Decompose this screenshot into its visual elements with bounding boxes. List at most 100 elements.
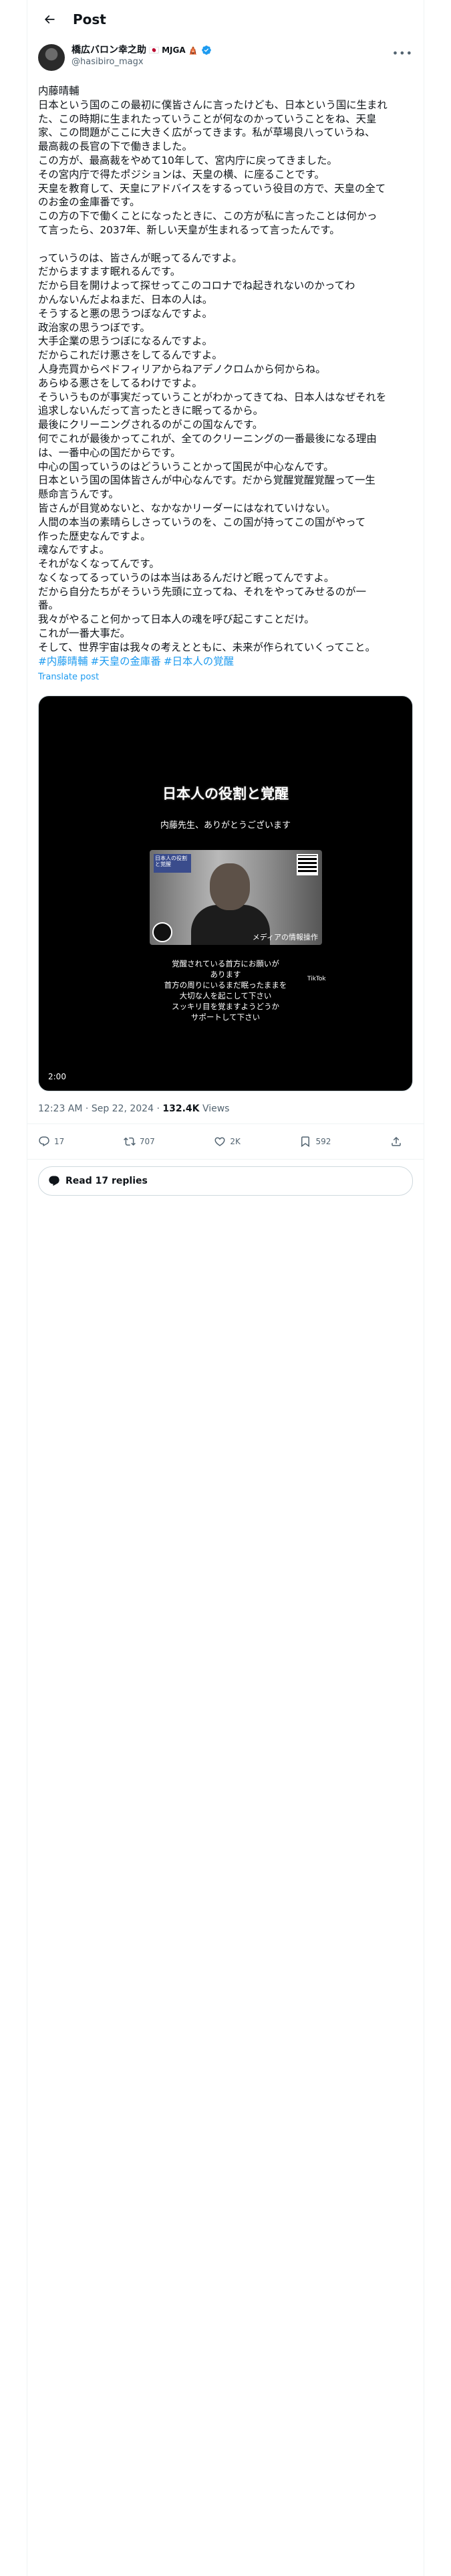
video-title: 日本人の役割と覚醒 — [162, 786, 289, 802]
reply-button[interactable]: 17 — [38, 1136, 64, 1148]
share-icon — [392, 1137, 401, 1147]
post-text-line: っていうのは、皆さんが眠ってるんですよ。 — [38, 251, 243, 264]
video-caption-line: 大切な人を起こして下さい — [179, 991, 272, 1001]
post-text-line: 家、この問題がここに大きく広がってきます。私が草場良八っていうね、 — [38, 126, 375, 139]
share-button[interactable] — [390, 1136, 406, 1148]
post-text-line: なくなってるっていうのは本当はあるんだけど眠ってんですよ。 — [38, 571, 335, 584]
video-caption: 覚醒されている首方にお願いが あります 首方の周りにいるまだ眠ったままを 大切な… — [39, 958, 412, 1023]
video-caption-line: あります — [210, 970, 241, 980]
post-date[interactable]: Sep 22, 2024 — [92, 1103, 154, 1114]
post-text-line: た、この時期に生まれたっていうことが何なのかっていうことをね、天皇 — [38, 112, 377, 125]
repost-count: 707 — [139, 1137, 155, 1147]
post-column: Post 橋広バロン幸之助 🇯🇵 MJGA 🛕 @hasibiro_magx •… — [27, 0, 424, 2576]
post-time[interactable]: 12:23 AM — [38, 1103, 82, 1114]
back-button[interactable] — [38, 8, 61, 31]
video-subtitle: 内藤先生、ありがとうございます — [160, 821, 291, 831]
video-duration: 2:00 — [48, 1072, 66, 1082]
meta-separator: · — [85, 1103, 92, 1115]
author-row: 橋広バロン幸之助 🇯🇵 MJGA 🛕 @hasibiro_magx ••• — [27, 39, 424, 76]
bookmark-icon — [301, 1136, 310, 1148]
read-replies-button[interactable]: Read 17 replies — [38, 1166, 413, 1196]
chat-bubble-icon — [49, 1176, 59, 1186]
post-text: 内藤晴輔 日本という国のこの最初に僕皆さんに言ったけども、日本という国に生まれ た、… — [38, 84, 413, 655]
video-caption-line: サポートして下さい — [190, 1012, 261, 1023]
bookmark-button[interactable]: 592 — [299, 1136, 331, 1148]
post-text-line: だからますます眠れるんです。 — [38, 265, 181, 278]
post-text-line: 懸命言うんです。 — [38, 488, 119, 501]
post-text-line: 最高裁の長官の下で働きました。 — [38, 140, 192, 153]
post-text-line: 魂なんですよ。 — [38, 544, 110, 556]
post-text-line: 追求しないんだって言ったときに眠ってるから。 — [38, 405, 264, 417]
reply-count: 17 — [54, 1137, 65, 1147]
post-text-line: 我々がやること何かって日本人の魂を呼び起こすことだけ。 — [38, 613, 315, 626]
post-text-line: だから自分たちがそういう先頭に立ってね、それをやってみせるのが一 — [38, 585, 366, 598]
video-caption-line: 首方の周りにいるまだ眠ったままを — [164, 980, 287, 990]
post-text-line: て言ったら、2037年、新しい天皇が生まれるって言ったんです。 — [38, 223, 340, 236]
hashtag-link[interactable]: #天皇の金庫番 — [90, 655, 160, 667]
post-text-line: 日本という国のこの最初に僕皆さんに言ったけども、日本という国に生まれ — [38, 98, 388, 111]
views-count: 132.4K — [162, 1103, 200, 1115]
post-text-line — [38, 237, 413, 251]
action-bar: 17 707 2K 592 — [27, 1124, 424, 1160]
post-text-line: これが一番大事だ。 — [38, 627, 131, 640]
hashtag-link[interactable]: #内藤晴輔 — [38, 655, 88, 667]
post-text-line: そして、世界宇宙は我々の考えとともに、未来が作られていくってこと。 — [38, 641, 375, 653]
top-bar: Post — [27, 0, 424, 39]
post-text-line: 政治家の思うつぼです。 — [38, 321, 150, 334]
post-text-line: 皆さんが目覚めないと、なかなかリーダーにはなれていけない。 — [38, 502, 336, 514]
speaker-head — [210, 863, 250, 911]
post-text-line: 中心の国っていうのはどういうことかって国民が中心なんです。 — [38, 460, 334, 473]
frame-tag: 日本人の役割と覚醒 — [154, 854, 191, 873]
post-text-line: かんないんだよねまだ、日本の人は。 — [38, 293, 213, 306]
post-text-line: この方が、最高裁をやめて10年して、宮内庁に戻ってきました。 — [38, 154, 337, 167]
post-text-line: だからこれだけ悪さをしてるんですよ。 — [38, 349, 222, 362]
post-text-line: そういうものが事実だっていうことがわかってきてね、日本人はなぜそれを — [38, 391, 387, 403]
post-text-line: この方の下で働くことになったときに、この方が私に言ったことは何かっ — [38, 210, 378, 223]
hashtag-link[interactable]: #日本人の覚醒 — [164, 655, 234, 667]
bookmark-count: 592 — [315, 1137, 331, 1147]
post-text-line: 人身売買からペドフィリアからねアデノクロムから何からね。 — [38, 362, 326, 375]
verified-badge-icon — [201, 45, 212, 56]
more-options-button[interactable]: ••• — [392, 47, 413, 60]
frame-caption: メディアの情報操作 — [252, 933, 318, 942]
post-text-line: 最後にクリーニングされるのがこの国なんです。 — [38, 419, 263, 431]
post-text-line: 内藤晴輔 — [38, 85, 80, 97]
tiktok-watermark: TikTok — [307, 976, 326, 983]
author-name-line: 橋広バロン幸之助 🇯🇵 MJGA 🛕 — [71, 44, 212, 56]
post-text-line: 作った歴史なんですよ。 — [38, 530, 151, 542]
like-button[interactable]: 2K — [214, 1136, 241, 1148]
repost-button[interactable]: 707 — [123, 1136, 155, 1148]
avatar[interactable] — [38, 44, 65, 71]
heart-icon — [214, 1137, 225, 1147]
qr-code-icon — [297, 854, 318, 876]
post-text-line: 大手企業の思うつぼになるんですよ。 — [38, 335, 212, 348]
post-text-line: 天皇を教育して、天皇にアドバイスをするっていう役目の方で、天皇の全て — [38, 182, 386, 195]
video-caption-line: スッキリ目を覚ますようどうか — [172, 1002, 279, 1012]
page-title: Post — [73, 11, 106, 27]
author-handle[interactable]: @hasibiro_magx — [71, 56, 212, 68]
author-name-badge: 🇯🇵 MJGA 🛕 — [149, 45, 198, 55]
like-count: 2K — [230, 1137, 241, 1147]
post-text-line: のお金の金庫番です。 — [38, 196, 140, 209]
post-text-line: 日本という国の国体皆さんが中心なんです。だから覚醒覚醒覚醒って一生 — [38, 474, 375, 487]
post-text-line: だから目を開けよって探せってこのコロナでね起きれないのかってわ — [38, 280, 355, 292]
video-caption-line: 覚醒されている首方にお願いが — [172, 959, 279, 969]
post-text-line: は、一番中心の国だからです。 — [38, 446, 181, 459]
post-text-line: 何でこれが最後かってこれが、全てのクリーニングの一番最後になる理由 — [38, 432, 377, 445]
author-name[interactable]: 橋広バロン幸之助 — [71, 44, 146, 56]
reply-icon — [39, 1136, 49, 1147]
post-text-line: そうすると悪の思うつぼなんですよ。 — [38, 307, 212, 320]
repost-icon — [123, 1138, 136, 1146]
post-meta: 12:23 AM · Sep 22, 2024 · 132.4K Views — [27, 1091, 424, 1125]
video-inset-frame: 日本人の役割と覚醒 メディアの情報操作 — [150, 850, 322, 946]
arrow-left-icon — [44, 15, 55, 24]
post-text-line: それがなくなってんです。 — [38, 558, 160, 570]
video-player[interactable]: 日本人の役割と覚醒 内藤先生、ありがとうございます 日本人の役割と覚醒 メディア… — [38, 695, 413, 1092]
post-text-line: その宮内庁で得たポジションは、天皇の横、に座ることです。 — [38, 168, 325, 181]
post-text-line: 番。 — [38, 599, 59, 612]
read-replies-label: Read 17 replies — [65, 1176, 148, 1187]
more-dots-icon: ••• — [392, 47, 413, 60]
translate-post-link[interactable]: Translate post — [38, 671, 99, 685]
hashtag-row: #内藤晴輔 #天皇の金庫番 #日本人の覚醒 — [38, 655, 413, 669]
post-text-line: 人間の本当の素晴らしさっていうのを、この国が持ってこの国がやって — [38, 516, 366, 528]
